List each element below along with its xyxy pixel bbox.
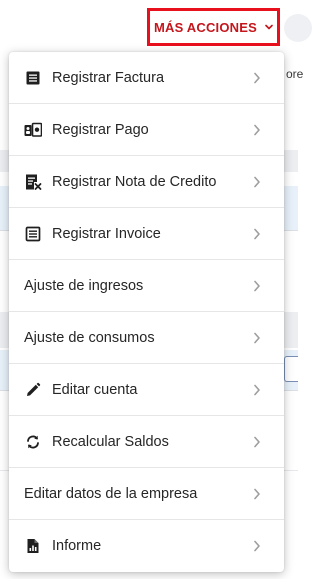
menu-item-ajuste-de-consumos[interactable]: Ajuste de consumos [9,312,284,364]
menu-item-registrar-pago[interactable]: Registrar Pago [9,104,284,156]
background-input-box[interactable] [284,356,298,382]
avatar[interactable] [284,14,312,42]
chevron-right-icon [252,487,262,501]
more-actions-button[interactable]: MÁS ACCIONES [147,8,280,46]
menu-item-label: Registrar Pago [52,121,149,138]
credit-note-icon [24,173,42,191]
menu-item-label: Registrar Nota de Credito [52,173,217,190]
chevron-right-icon [252,435,262,449]
menu-item-recalcular-saldos[interactable]: Recalcular Saldos [9,416,284,468]
chevron-right-icon [252,539,262,553]
more-actions-label: MÁS ACCIONES [153,19,258,35]
pencil-icon [24,381,42,399]
menu-item-label: Recalcular Saldos [52,433,169,450]
menu-item-label: Registrar Factura [52,69,165,86]
chevron-right-icon [252,383,262,397]
menu-item-label: Informe [52,538,102,554]
more-actions-menu: Registrar Factura Registrar Pago Registr… [9,52,284,572]
background-partial-text: ore [286,67,304,81]
menu-item-label: Ajuste de ingresos [24,277,144,294]
menu-item-registrar-invoice[interactable]: Registrar Invoice [9,208,284,260]
chevron-right-icon [252,175,262,189]
menu-item-editar-cuenta[interactable]: Editar cuenta [9,364,284,416]
report-chart-icon [24,537,42,555]
chevron-right-icon [252,279,262,293]
menu-item-label: Editar datos de la empresa [24,485,198,502]
list-document-icon [24,225,42,243]
menu-item-registrar-nota-de-credito[interactable]: Registrar Nota de Credito [9,156,284,208]
chevron-down-icon [265,23,273,31]
menu-item-label: Ajuste de consumos [24,329,155,346]
chevron-right-icon [252,123,262,137]
chevron-right-icon [252,331,262,345]
chevron-right-icon [252,71,262,85]
menu-item-registrar-factura[interactable]: Registrar Factura [9,52,284,104]
menu-item-informe[interactable]: Informe [9,520,284,572]
menu-item-ajuste-de-ingresos[interactable]: Ajuste de ingresos [9,260,284,312]
invoice-icon [24,69,42,87]
menu-item-editar-datos-de-la-empresa[interactable]: Editar datos de la empresa [9,468,284,520]
menu-item-label: Editar cuenta [52,381,138,398]
menu-item-label: Registrar Invoice [52,225,161,242]
payment-card-icon [24,121,42,139]
refresh-icon [24,433,42,451]
chevron-right-icon [252,227,262,241]
